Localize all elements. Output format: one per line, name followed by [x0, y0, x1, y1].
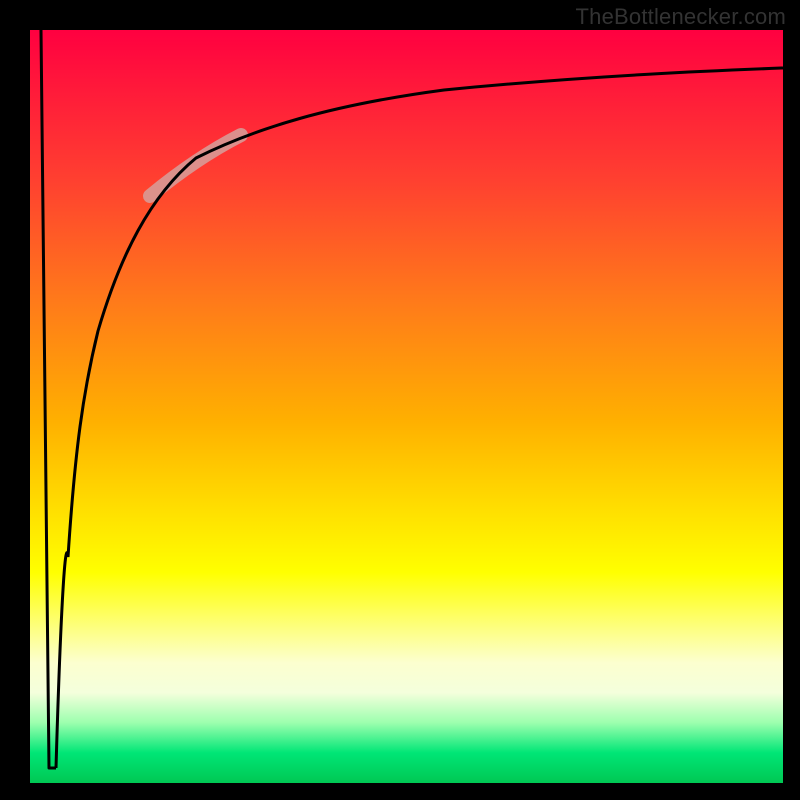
plot-area — [30, 30, 783, 783]
attribution-text: TheBottlenecker.com — [576, 4, 786, 30]
chart-frame: TheBottlenecker.com — [0, 0, 800, 800]
